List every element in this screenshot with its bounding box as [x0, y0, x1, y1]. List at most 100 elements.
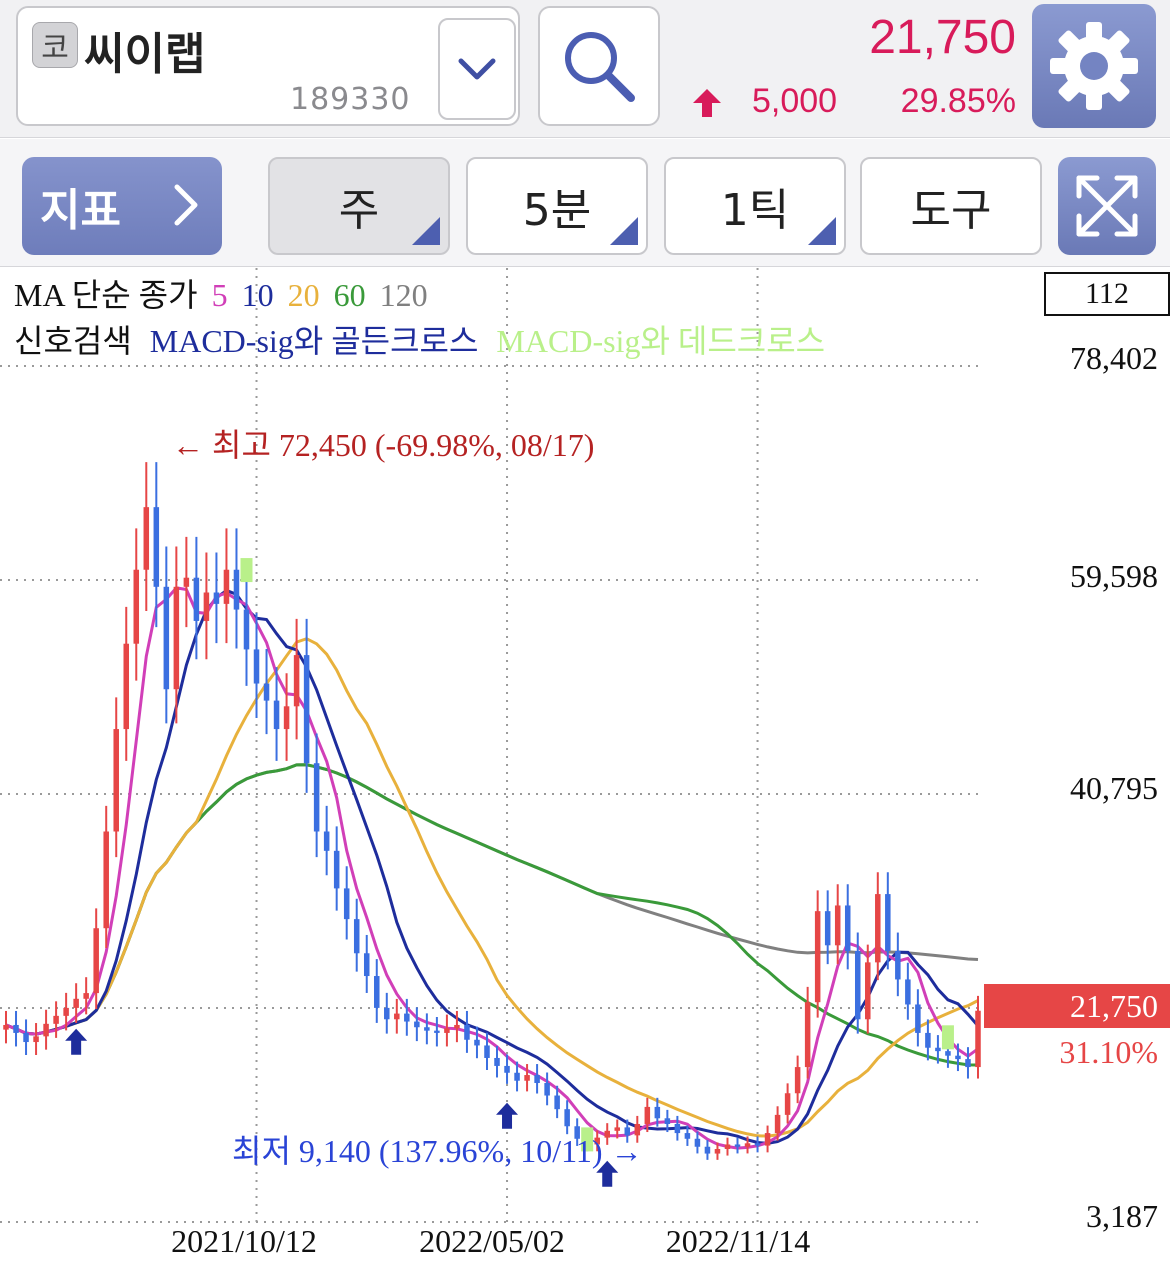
candle-body [193, 577, 200, 621]
price-chart[interactable]: MA 단순 종가 5 10 20 60 120 신호검색 MACD-sig와 골… [0, 268, 1170, 1273]
high-annotation-text: 최고 72,450 (-69.98%, 08/17) [212, 427, 595, 463]
fullscreen-button[interactable] [1058, 157, 1156, 255]
candle-body [163, 586, 170, 690]
indicator-label: 지표 [40, 185, 121, 236]
candle-body [784, 1093, 791, 1115]
corner-triangle-icon [610, 217, 638, 245]
market-badge: 코 [32, 22, 78, 68]
signal-title: 신호검색 [14, 323, 132, 359]
candle-body [915, 1004, 921, 1033]
candle-body [143, 507, 150, 570]
candle-body [93, 928, 99, 994]
candle-body [103, 831, 109, 929]
tools-label: 도구 [910, 185, 992, 236]
corner-triangle-icon [808, 217, 836, 245]
tools-button[interactable]: 도구 [860, 157, 1042, 255]
low-annotation: 최저 9,140 (137.96%, 10/11) → [232, 1133, 643, 1169]
candle-body [684, 1133, 691, 1139]
current-price: 21,750 [869, 11, 1016, 64]
candle-body [253, 649, 260, 684]
high-annotation: ← 최고 72,450 (-69.98%, 08/17) [172, 427, 595, 463]
candle-body [83, 993, 89, 999]
candle-body [905, 979, 911, 1005]
stock-selector[interactable]: 코 씨이랩 189330 [16, 6, 520, 126]
candle-body [794, 1067, 801, 1094]
candle-body [73, 998, 79, 1008]
period-week-button[interactable]: 주 [268, 157, 450, 255]
candle-body [494, 1057, 500, 1066]
candle-count-box[interactable]: 112 [1044, 272, 1170, 316]
candle-body [173, 586, 180, 690]
candle-body [123, 643, 130, 730]
candle-body [804, 1002, 811, 1068]
gear-icon [1050, 22, 1138, 110]
candle-body [283, 706, 290, 730]
period-1tick-label: 1틱 [720, 185, 790, 236]
low-annotation-text: 최저 9,140 (137.96%, 10/11) [232, 1133, 603, 1169]
dead-cross-marker-icon [240, 558, 253, 583]
candle-body [243, 609, 250, 650]
candle-body [303, 655, 310, 764]
ma-60-label: 60 [333, 277, 366, 313]
candle-body [23, 1032, 29, 1043]
candle-body [664, 1118, 671, 1124]
arrow-up-icon [693, 89, 721, 117]
candle-body [734, 1144, 741, 1147]
candle-body [865, 962, 871, 1020]
candle-body [814, 911, 821, 1003]
price-change: 5,000 29.85% [680, 82, 1016, 122]
ma-legend-title: MA 단순 종가 [14, 277, 198, 313]
candle-body [53, 1015, 59, 1024]
candle-body [43, 1023, 49, 1037]
candle-body [444, 1028, 450, 1033]
candle-body [323, 831, 330, 851]
period-1tick-button[interactable]: 1틱 [664, 157, 846, 255]
golden-cross-arrow-icon [65, 1028, 88, 1055]
candle-body [363, 953, 370, 977]
chevron-down-icon [458, 58, 496, 80]
ma-120-label: 120 [379, 277, 428, 313]
candle-body [854, 950, 861, 1020]
candle-body [514, 1072, 520, 1081]
candle-body [885, 894, 891, 951]
candle-body [293, 655, 300, 707]
signal-legend: 신호검색 MACD-sig와 골든크로스 MACD-sig와 데드크로스 [14, 316, 825, 362]
ma-5-label: 5 [211, 277, 228, 313]
candle-body [844, 905, 851, 951]
candle-body [895, 950, 901, 980]
candle-body [273, 700, 280, 730]
indicator-button[interactable]: 지표 [22, 157, 222, 255]
ma-10-line [5, 588, 980, 1145]
y-tick-label: 40,795 [1070, 770, 1158, 806]
period-5min-label: 5분 [522, 185, 592, 236]
candle-body [834, 905, 841, 946]
last-price-tag: 21,750 [984, 984, 1170, 1028]
candle-body [223, 569, 230, 604]
settings-button[interactable] [1032, 4, 1156, 128]
y-tick-label: 78,402 [1070, 340, 1158, 376]
candle-body [935, 1047, 941, 1052]
change-value: 5,000 [752, 82, 838, 120]
ma-legend: MA 단순 종가 5 10 20 60 120 [14, 270, 434, 316]
candle-body [694, 1138, 701, 1147]
stock-name: 씨이랩 [84, 29, 206, 80]
stock-dropdown-button[interactable] [438, 18, 516, 120]
x-tick-label: 2022/11/14 [665, 1223, 811, 1259]
candle-body [975, 1010, 981, 1068]
x-tick-label: 2022/05/02 [419, 1223, 565, 1259]
golden-cross-arrow-icon [496, 1102, 519, 1129]
dead-cross-marker-icon [941, 1025, 954, 1050]
candle-body [704, 1146, 711, 1154]
x-tick-label: 2021/10/12 [171, 1223, 317, 1259]
corner-triangle-icon [412, 217, 440, 245]
candlestick-chart[interactable] [0, 268, 1170, 1273]
search-button[interactable] [538, 6, 660, 126]
candle-body [113, 729, 119, 832]
candle-body [925, 1032, 931, 1048]
y-tick-label: 59,598 [1070, 558, 1158, 594]
expand-icon [1076, 175, 1138, 237]
candle-body [13, 1024, 19, 1033]
candle-body [774, 1114, 781, 1134]
period-5min-button[interactable]: 5분 [466, 157, 648, 255]
candle-body [764, 1133, 771, 1146]
